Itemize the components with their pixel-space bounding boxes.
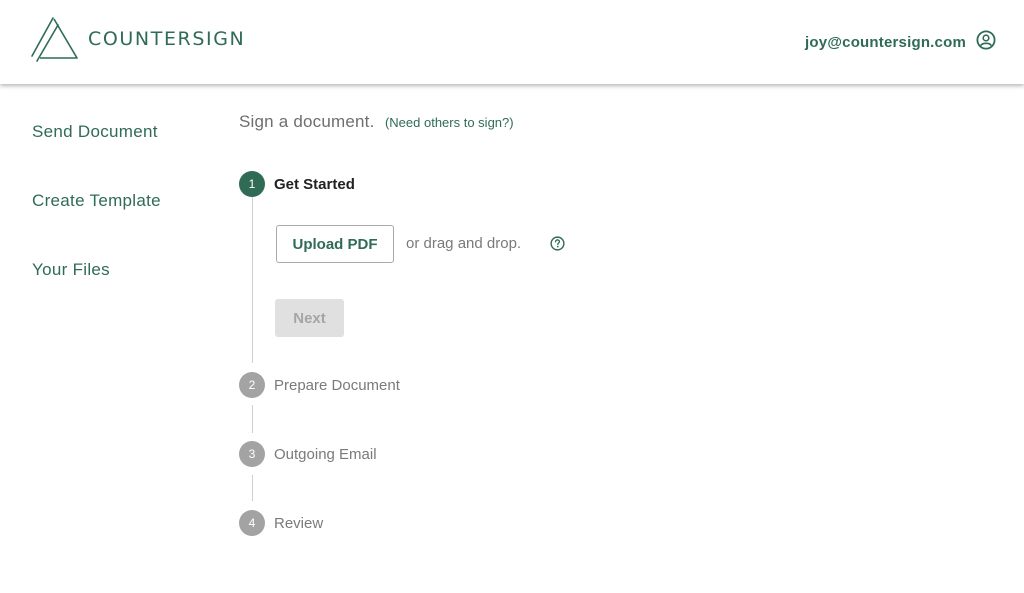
step-number: 2	[239, 372, 265, 398]
sidebar-item-send-document[interactable]: Send Document	[32, 120, 161, 189]
sidebar-nav: Send Document Create Template Your Files	[32, 120, 161, 327]
sidebar-item-your-files[interactable]: Your Files	[32, 258, 161, 327]
step-label: Get Started	[274, 175, 355, 193]
step-review: 4 Review	[239, 510, 323, 536]
step-label: Review	[274, 514, 324, 532]
page-title: Sign a document.	[239, 112, 375, 131]
step-connector	[252, 405, 253, 433]
step-label: Outgoing Email	[274, 445, 377, 463]
step-number: 1	[239, 171, 265, 197]
page-title-row: Sign a document. (Need others to sign?)	[239, 112, 514, 132]
help-circle-icon[interactable]	[550, 236, 565, 251]
step-connector	[252, 475, 253, 501]
user-menu[interactable]: joy@countersign.com	[805, 30, 996, 54]
brand-name: COUNTERSIGN	[88, 28, 246, 50]
app-header: COUNTERSIGN joy@countersign.com	[0, 0, 1024, 84]
countersign-logo-icon	[28, 16, 80, 62]
main-content: Sign a document. (Need others to sign?) …	[239, 112, 939, 572]
step-label: Prepare Document	[274, 376, 400, 394]
user-email: joy@countersign.com	[805, 33, 966, 51]
account-circle-icon[interactable]	[976, 30, 996, 54]
step-number: 4	[239, 510, 265, 536]
step-prepare-document: 2 Prepare Document	[239, 372, 400, 398]
need-others-link[interactable]: (Need others to sign?)	[385, 115, 514, 130]
upload-pdf-button[interactable]: Upload PDF	[276, 225, 394, 263]
step-outgoing-email: 3 Outgoing Email	[239, 441, 377, 467]
sidebar-item-create-template[interactable]: Create Template	[32, 189, 161, 258]
step-get-started: 1 Get Started	[239, 171, 355, 197]
brand-logo[interactable]: COUNTERSIGN	[28, 16, 245, 62]
step-connector	[252, 197, 253, 363]
next-button[interactable]: Next	[275, 299, 344, 337]
step-number: 3	[239, 441, 265, 467]
drag-drop-hint: or drag and drop.	[406, 235, 522, 252]
